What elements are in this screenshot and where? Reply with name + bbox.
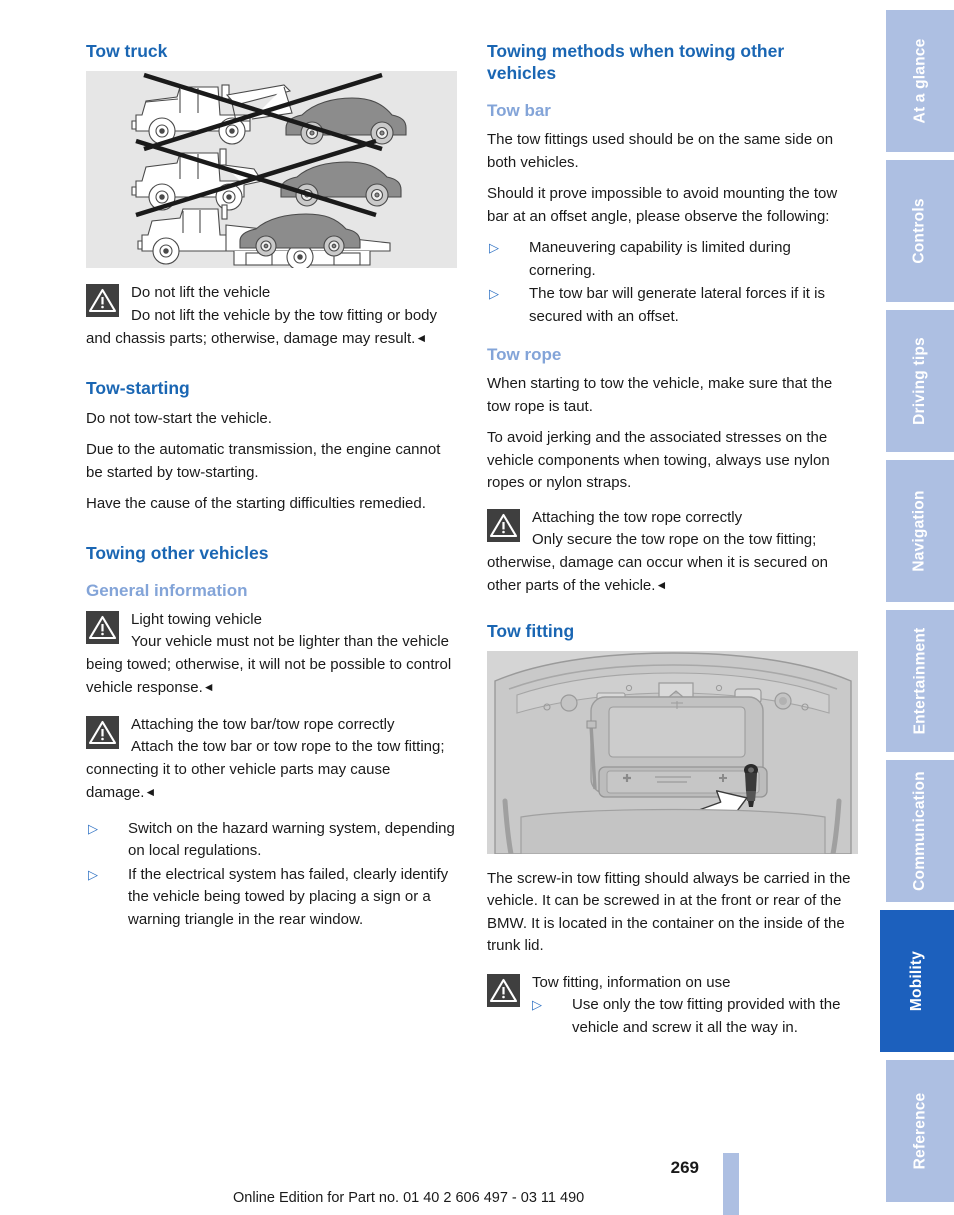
page-footer: 269 Online Edition for Part no. 01 40 2 … xyxy=(0,1150,880,1215)
warning-title: Attaching the tow rope correctly xyxy=(532,508,743,526)
warning-triangle-icon xyxy=(487,508,520,542)
sidebar-tab-mobility[interactable]: Mobility xyxy=(880,910,954,1052)
list-item-text: If the electrical system has failed, cle… xyxy=(128,865,449,928)
triangle-right-bullet-icon: ▷ xyxy=(489,286,499,301)
tow-bar-bullet-list: ▷ Maneuvering capability is limited duri… xyxy=(487,237,858,328)
tow-fitting-illustration xyxy=(487,650,858,854)
heading-tow-fitting: Tow fitting xyxy=(487,620,575,641)
warning-title: Do not lift the vehicle xyxy=(131,284,271,301)
page-edge-marker xyxy=(723,1153,739,1215)
heading-tow-truck: Tow truck xyxy=(86,41,168,61)
tow-truck-illustration xyxy=(86,71,457,268)
list-item: ▷ If the electrical system has failed, c… xyxy=(86,864,457,932)
warning-body-text: Attach the tow bar or tow rope to the to… xyxy=(86,738,445,801)
warning-triangle-icon xyxy=(86,715,119,749)
tow-rope-paragraph-2: To avoid jerking and the associated stre… xyxy=(487,429,830,491)
warning-end-mark: ◄ xyxy=(202,680,215,694)
sidebar-tab-label: Mobility xyxy=(908,950,925,1012)
sidebar-tab-label: Communication xyxy=(911,771,928,891)
sidebar-tab-driving-tips[interactable]: Driving tips xyxy=(886,310,954,452)
right-column: Towing methods when towing other vehicle… xyxy=(487,40,858,1120)
list-item-text: Use only the tow fitting provided with t… xyxy=(572,996,841,1036)
tow-bar-paragraph-1: The tow fittings used should be on the s… xyxy=(487,131,834,171)
triangle-right-bullet-icon: ▷ xyxy=(489,240,499,255)
tow-bar-paragraph-2: Should it prove impossible to avoid moun… xyxy=(487,185,838,225)
heading-tow-starting: Tow-starting xyxy=(86,377,190,398)
sidebar-tab-label: Reference xyxy=(911,1092,929,1170)
tow-fitting-bullet-list: ▷ Use only the tow fitting provided with… xyxy=(532,994,858,1039)
sidebar-tab-communication[interactable]: Communication xyxy=(886,760,954,902)
warning-title: Attaching the tow bar/tow rope correctly xyxy=(131,715,395,733)
triangle-right-bullet-icon: ▷ xyxy=(88,866,98,882)
warning-body: Your vehicle must not be lighter than th… xyxy=(86,631,457,700)
warning-triangle-icon xyxy=(487,973,520,1007)
list-item-text: The tow bar will generate lateral forces… xyxy=(529,285,825,325)
general-information-bullet-list: ▷ Switch on the hazard warning system, d… xyxy=(86,818,457,932)
tow-starting-paragraph-3: Have the cause of the starting difficult… xyxy=(86,495,426,512)
list-item: ▷ Maneuvering capability is limited duri… xyxy=(487,237,858,282)
heading-towing-other-vehicles: Towing other vehicles xyxy=(86,542,269,563)
tow-fitting-paragraph: The screw-in tow fitting should always b… xyxy=(487,869,851,955)
warning-triangle-icon xyxy=(86,610,119,644)
warning-end-mark: ◄ xyxy=(655,578,668,592)
sidebar-tab-label: Controls xyxy=(910,198,928,264)
warning-attaching-tow-rope: Attaching the tow rope correctly Only se… xyxy=(487,507,858,598)
left-column: Tow truck Do not lift the vehicle Do not… xyxy=(86,40,457,1120)
sidebar-tab-label: Navigation xyxy=(911,490,929,572)
tow-rope-paragraph-1: When starting to tow the vehicle, make s… xyxy=(487,375,833,415)
manual-page: Tow truck Do not lift the vehicle Do not… xyxy=(0,0,954,1215)
list-item-text: Maneuvering capability is limited during… xyxy=(529,239,791,279)
sidebar-tab-controls[interactable]: Controls xyxy=(886,160,954,302)
sidebar-tab-entertainment[interactable]: Entertainment xyxy=(886,610,954,752)
warning-body-text: Do not lift the vehicle by the tow fitti… xyxy=(86,306,437,348)
page-number: 269 xyxy=(670,1158,699,1177)
warning-body: Only secure the tow rope on the tow fitt… xyxy=(487,529,858,598)
page-content: Tow truck Do not lift the vehicle Do not… xyxy=(86,40,858,1120)
heading-general-information: General information xyxy=(86,580,248,600)
warning-body: Do not lift the vehicle by the tow fitti… xyxy=(86,305,457,351)
warning-body: Attach the tow bar or tow rope to the to… xyxy=(86,736,457,805)
list-item: ▷ Switch on the hazard warning system, d… xyxy=(86,818,457,863)
warning-end-mark: ◄ xyxy=(415,331,428,345)
list-item: ▷ Use only the tow fitting provided with… xyxy=(532,994,858,1039)
heading-tow-bar: Tow bar xyxy=(487,101,551,120)
warning-light-towing-vehicle: Light towing vehicle Your vehicle must n… xyxy=(86,609,457,700)
heading-towing-methods: Towing methods when towing other vehicle… xyxy=(487,41,785,83)
warning-body-text: Your vehicle must not be lighter than th… xyxy=(86,633,452,696)
warning-title: Tow fitting, information on use xyxy=(532,973,731,991)
list-item-text: Switch on the hazard warning system, dep… xyxy=(128,819,455,860)
tow-starting-paragraph-2: Due to the automatic transmission, the e… xyxy=(86,441,441,481)
warning-attaching-tow-bar: Attaching the tow bar/tow rope correctly… xyxy=(86,714,457,805)
sidebar-tab-navigation[interactable]: Navigation xyxy=(886,460,954,602)
sidebar-tab-label: Driving tips xyxy=(911,337,929,425)
triangle-right-bullet-icon: ▷ xyxy=(532,997,542,1012)
heading-tow-rope: Tow rope xyxy=(487,345,562,364)
warning-end-mark: ◄ xyxy=(144,785,157,799)
warning-bullet-wrapper: ▷ Use only the tow fitting provided with… xyxy=(487,994,858,1039)
sidebar-tab-label: Entertainment xyxy=(911,627,928,735)
tow-starting-paragraph-1: Do not tow-start the vehicle. xyxy=(86,409,272,427)
list-item: ▷ The tow bar will generate lateral forc… xyxy=(487,283,858,328)
section-tabs-sidebar: At a glance Controls Driving tips Naviga… xyxy=(880,0,954,1215)
edition-note: Online Edition for Part no. 01 40 2 606 … xyxy=(233,1190,585,1206)
triangle-right-bullet-icon: ▷ xyxy=(88,820,98,836)
warning-title: Light towing vehicle xyxy=(131,610,262,628)
warning-triangle-icon xyxy=(86,284,119,317)
warning-do-not-lift: Do not lift the vehicle Do not lift the … xyxy=(86,282,457,351)
sidebar-tab-reference[interactable]: Reference xyxy=(886,1060,954,1202)
sidebar-tab-label: At a glance xyxy=(911,38,928,124)
warning-tow-fitting-use: Tow fitting, information on use ▷ Use on… xyxy=(487,972,858,1040)
sidebar-tab-at-a-glance[interactable]: At a glance xyxy=(886,10,954,152)
